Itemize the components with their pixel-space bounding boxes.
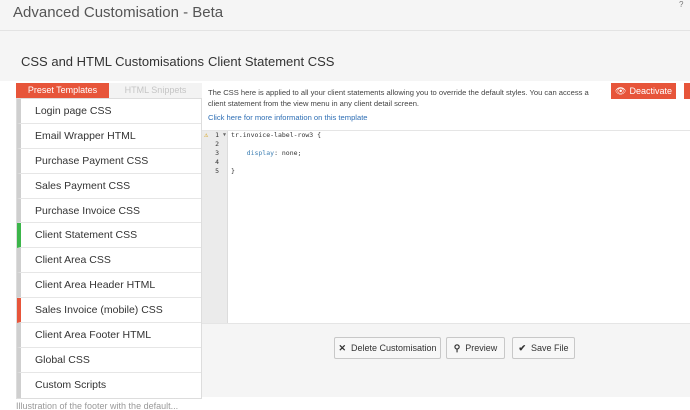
save-file-button[interactable]: ✔ Save File (512, 337, 575, 359)
top-bar: Advanced Customisation - Beta ? (0, 0, 690, 31)
code-line: tr.invoice-label-row3 { (231, 131, 322, 139)
line-number: 3 (215, 149, 219, 157)
css-value: : none; (274, 149, 302, 157)
eye-slash-icon: 👁 (615, 85, 627, 96)
template-item-custom-scripts[interactable]: Custom Scripts (17, 372, 201, 398)
template-item-email-wrapper-html[interactable]: Email Wrapper HTML (17, 123, 201, 149)
css-property: display (246, 149, 275, 157)
line-number: 4 (215, 158, 219, 166)
code-line: display: none; (231, 149, 321, 158)
edge-button-fragment (684, 83, 690, 99)
template-item-client-statement-css[interactable]: Client Statement CSS (17, 223, 201, 249)
line-number: 2 (215, 140, 219, 148)
sidebar-heading: CSS and HTML Customisations (21, 54, 205, 69)
check-icon: ✔ (518, 342, 526, 353)
template-list: Login page CSS Email Wrapper HTML Purcha… (16, 98, 202, 399)
template-item-sales-payment-css[interactable]: Sales Payment CSS (17, 173, 201, 199)
template-item-purchase-invoice-css[interactable]: Purchase Invoice CSS (17, 198, 201, 224)
editor-gutter: ⚠ 1 ▼ 2 3 4 5 (202, 131, 228, 323)
template-item-global-css[interactable]: Global CSS (17, 347, 201, 373)
template-item-sales-invoice-mobile-css[interactable]: Sales Invoice (mobile) CSS (17, 298, 201, 324)
template-tabs: Preset Templates HTML Snippets (16, 83, 202, 98)
template-info-link[interactable]: Click here for more information on this … (208, 113, 368, 122)
template-item-client-area-footer-html[interactable]: Client Area Footer HTML (17, 323, 201, 348)
template-item-purchase-payment-css[interactable]: Purchase Payment CSS (17, 148, 201, 174)
tab-html-snippets[interactable]: HTML Snippets (109, 83, 202, 98)
code-editor[interactable]: ⚠ 1 ▼ 2 3 4 5 tr.invoice-label-row3 { di… (202, 130, 690, 324)
help-icon[interactable]: ? (679, 0, 683, 9)
line-number: 5 (215, 167, 219, 175)
action-bar (202, 324, 690, 397)
code-line: } (231, 167, 235, 175)
tab-preset-templates[interactable]: Preset Templates (16, 83, 109, 98)
template-heading: Client Statement CSS (208, 54, 335, 69)
fold-arrow-icon[interactable]: ▼ (223, 131, 226, 140)
delete-customisation-button[interactable]: ✕ Delete Customisation (334, 337, 441, 359)
code-content: tr.invoice-label-row3 { display: none; } (231, 131, 321, 176)
template-description: The CSS here is applied to all your clie… (208, 88, 589, 108)
template-item-login-page-css[interactable]: Login page CSS (17, 99, 201, 124)
page-title: Advanced Customisation - Beta (13, 4, 224, 21)
deactivate-button[interactable]: 👁 Deactivate (611, 83, 676, 99)
deactivate-label: Deactivate (629, 86, 672, 96)
preview-button[interactable]: ⚲ Preview (446, 337, 505, 359)
template-item-client-area-css[interactable]: Client Area CSS (17, 248, 201, 274)
line-number: ⚠ 1 ▼ (204, 131, 226, 140)
warning-icon: ⚠ (204, 131, 209, 139)
close-icon: ✕ (338, 342, 346, 353)
search-icon: ⚲ (453, 342, 461, 353)
footer-caption: Illustration of the footer with the defa… (16, 401, 179, 410)
template-item-client-area-header-html[interactable]: Client Area Header HTML (17, 273, 201, 299)
